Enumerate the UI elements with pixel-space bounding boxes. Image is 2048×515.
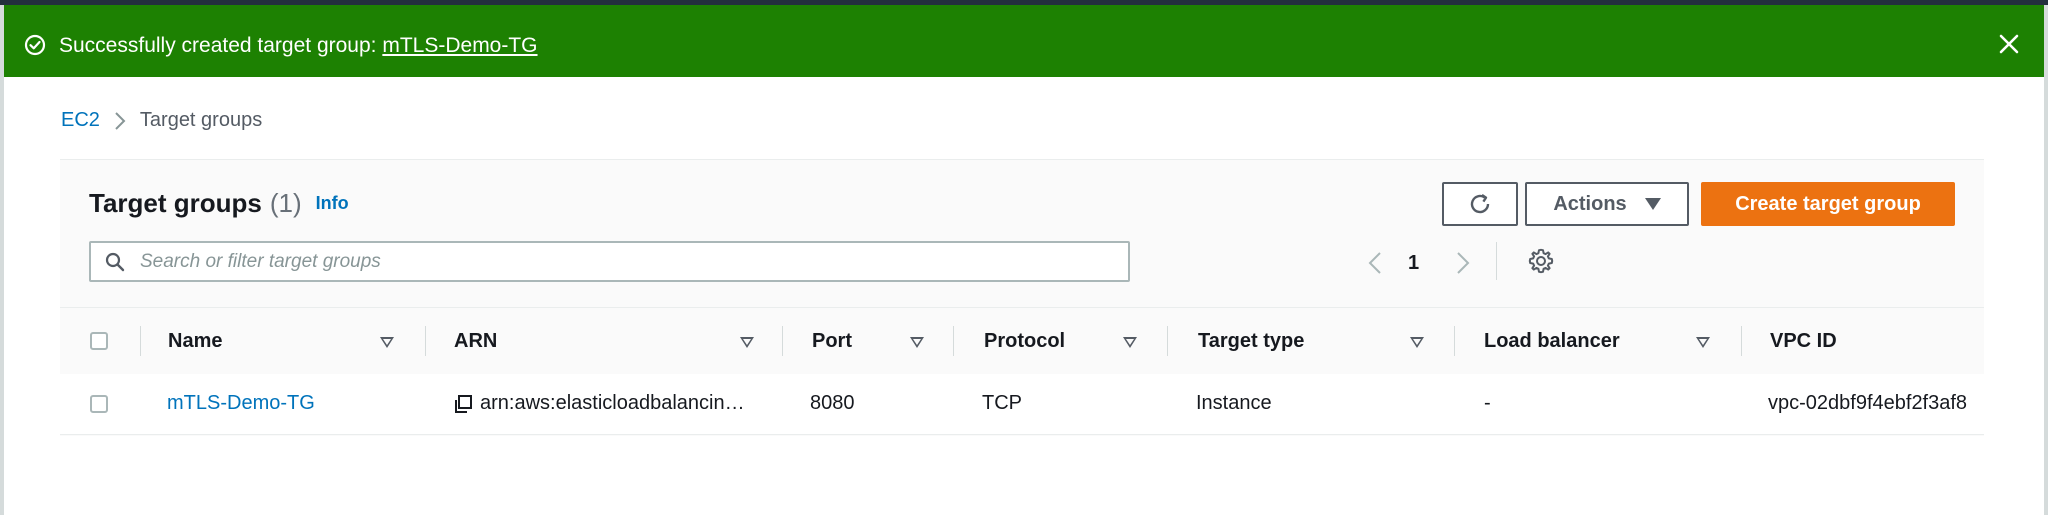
sort-icon[interactable] — [380, 337, 394, 348]
panel-header: Target groups (1) Info — [89, 188, 349, 219]
column-divider — [782, 326, 783, 356]
pagination-divider — [1496, 242, 1497, 280]
column-header-load-balancer[interactable]: Load balancer — [1484, 330, 1620, 353]
flash-message: Successfully created target group: mTLS-… — [59, 33, 538, 58]
caret-down-icon — [1644, 198, 1661, 210]
column-header-target-type[interactable]: Target type — [1198, 330, 1304, 353]
column-divider — [1167, 326, 1168, 356]
refresh-button[interactable] — [1442, 182, 1518, 226]
column-divider — [1741, 326, 1742, 356]
sort-icon[interactable] — [910, 337, 924, 348]
refresh-icon — [1470, 193, 1490, 214]
chevron-right-icon — [115, 112, 126, 130]
arn-value: arn:aws:elasticloadbalancin… — [480, 392, 745, 414]
target-groups-panel: Target groups (1) Info Actions Create targ… — [60, 159, 1984, 436]
column-header-protocol[interactable]: Protocol — [984, 330, 1065, 353]
breadcrumb-ec2[interactable]: EC2 — [61, 109, 100, 131]
protocol-value: TCP — [982, 392, 1022, 414]
load-balancer-value: - — [1484, 392, 1491, 414]
column-divider — [425, 326, 426, 356]
create-target-group-button[interactable]: Create target group — [1701, 182, 1955, 226]
table-header: Name ARN Port Protocol Target type Load … — [60, 307, 1984, 375]
breadcrumb-current: Target groups — [139, 109, 263, 131]
next-page-icon[interactable] — [1456, 251, 1470, 275]
sort-icon[interactable] — [1696, 337, 1710, 348]
page-title: Target groups — [89, 188, 262, 218]
sort-icon[interactable] — [740, 337, 754, 348]
breadcrumb: EC2 Target groups — [61, 107, 262, 133]
column-divider — [140, 326, 141, 356]
check-circle-icon — [24, 34, 46, 56]
gear-icon[interactable] — [1528, 248, 1554, 274]
column-divider — [953, 326, 954, 356]
copy-icon[interactable] — [453, 394, 473, 414]
vpc-id-value: vpc-02dbf9f4ebf2f3af8 — [1768, 392, 1968, 414]
target-group-link[interactable]: mTLS-Demo-TG — [382, 34, 537, 57]
target-type-value: Instance — [1196, 392, 1272, 414]
item-count: (1) — [269, 188, 302, 218]
previous-page-icon[interactable] — [1368, 251, 1382, 275]
target-group-name-link[interactable]: mTLS-Demo-TG — [167, 392, 315, 415]
info-link[interactable]: Info — [316, 193, 349, 213]
search-input[interactable]: Search or filter target groups — [89, 241, 1130, 282]
sort-icon[interactable] — [1123, 337, 1137, 348]
row-checkbox[interactable] — [90, 395, 108, 413]
column-header-name[interactable]: Name — [168, 330, 222, 353]
column-divider — [1454, 326, 1455, 356]
search-icon — [105, 252, 125, 272]
success-flashbar: Successfully created target group: mTLS-… — [4, 5, 2044, 77]
search-placeholder: Search or filter target groups — [140, 251, 381, 272]
current-page[interactable]: 1 — [1408, 252, 1419, 275]
table-row[interactable]: mTLS-Demo-TG arn:aws:elasticloadbalancin… — [60, 374, 1984, 435]
column-header-port[interactable]: Port — [812, 330, 852, 353]
column-header-arn[interactable]: ARN — [454, 330, 497, 353]
sort-icon[interactable] — [1410, 337, 1424, 348]
actions-button[interactable]: Actions — [1525, 182, 1689, 226]
flash-message-text: Successfully created target group: — [59, 34, 383, 57]
close-icon[interactable] — [1996, 31, 2022, 57]
column-header-vpc-id[interactable]: VPC ID — [1770, 330, 1837, 353]
actions-label: Actions — [1553, 192, 1627, 215]
port-value: 8080 — [810, 392, 855, 414]
select-all-checkbox[interactable] — [90, 332, 108, 350]
